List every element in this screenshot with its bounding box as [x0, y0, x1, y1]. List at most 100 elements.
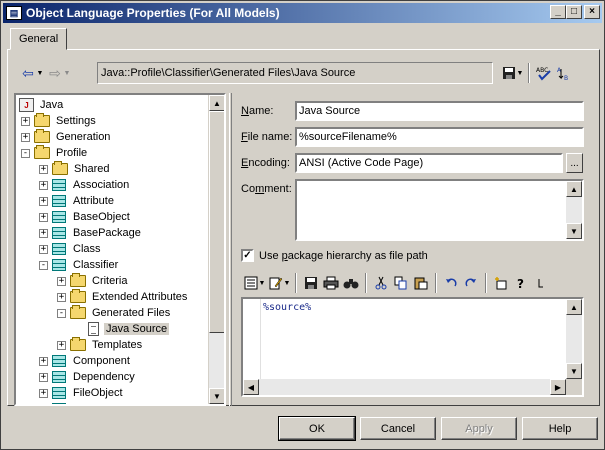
encoding-field[interactable]: ANSI (Active Code Page): [295, 153, 563, 173]
class-icon: [52, 387, 66, 399]
maximize-button[interactable]: □: [566, 5, 582, 19]
tree-item[interactable]: Java Source: [75, 321, 170, 337]
help-question-icon[interactable]: ?: [511, 273, 531, 293]
close-button[interactable]: ×: [584, 5, 600, 19]
tree-item-label: Profile: [56, 147, 88, 159]
expand-icon[interactable]: +: [57, 292, 66, 302]
expand-icon[interactable]: +: [39, 196, 48, 206]
tree-item-label: Classifier: [73, 259, 119, 271]
tree-item[interactable]: - Profile: [21, 145, 89, 161]
tree-item[interactable]: + Criteria: [57, 273, 129, 289]
folder-icon: [70, 273, 86, 287]
tree-item[interactable]: + BasePackage: [39, 225, 143, 241]
tree-item[interactable]: + Generation: [21, 129, 112, 145]
forward-dropdown-icon[interactable]: ▼: [63, 70, 71, 77]
spellcheck-icon[interactable]: ABC: [534, 63, 554, 83]
properties-dropdown-icon[interactable]: ▼: [258, 280, 266, 287]
comment-scrollbar[interactable]: ▲ ▼: [566, 181, 582, 239]
find-binoculars-icon[interactable]: [341, 273, 361, 293]
tree-item[interactable]: + FileObject: [39, 385, 125, 401]
editor-vertical-scrollbar[interactable]: ▲ ▼: [566, 299, 582, 379]
tree-item-label: Attribute: [73, 195, 114, 207]
redo-icon[interactable]: [461, 273, 481, 293]
expand-icon[interactable]: +: [39, 372, 48, 382]
scroll-thumb[interactable]: [209, 111, 224, 333]
editor-toolbar: ▼ ▼ ?: [241, 271, 586, 295]
edit-dropdown-icon[interactable]: ▼: [283, 280, 291, 287]
tree-item[interactable]: + Dependency: [39, 369, 137, 385]
scroll-down-icon[interactable]: ▼: [209, 388, 224, 404]
title-bar[interactable]: ▤ Object Language Properties (For All Mo…: [3, 3, 602, 23]
category-tree[interactable]: J Java + Settings + Generation - Profile + Shared…: [14, 93, 226, 406]
comment-scroll-down-icon[interactable]: ▼: [566, 223, 582, 239]
more-tools-icon[interactable]: [531, 273, 551, 293]
editor-horizontal-scrollbar[interactable]: ◀ ▶: [243, 379, 566, 395]
filename-field[interactable]: %sourceFilename%: [295, 127, 584, 147]
editor-scroll-left-icon[interactable]: ◀: [243, 379, 259, 395]
tree-item[interactable]: + Extended Attributes: [57, 289, 189, 305]
tree-vertical-scrollbar[interactable]: ▲ ▼: [208, 95, 224, 404]
collapse-icon[interactable]: -: [21, 148, 30, 158]
minimize-button[interactable]: _: [550, 5, 566, 19]
tree-item[interactable]: + Attribute: [39, 193, 116, 209]
tree-item[interactable]: + Templates: [57, 337, 144, 353]
tree-item[interactable]: +Generalization: [39, 401, 146, 404]
name-field[interactable]: Java Source: [295, 101, 584, 121]
tab-general[interactable]: General: [10, 28, 68, 50]
expand-icon[interactable]: +: [39, 164, 48, 174]
insert-icon[interactable]: [491, 273, 511, 293]
undo-icon[interactable]: [441, 273, 461, 293]
comment-scroll-up-icon[interactable]: ▲: [566, 181, 582, 197]
tree-item[interactable]: - Generated Files: [57, 305, 172, 321]
tree-item[interactable]: + BaseObject: [39, 209, 132, 225]
cancel-button[interactable]: Cancel: [360, 417, 436, 440]
back-dropdown-icon[interactable]: ▼: [36, 70, 44, 77]
ok-button[interactable]: OK: [278, 416, 356, 441]
tree-item[interactable]: + Shared: [39, 161, 111, 177]
expand-icon[interactable]: +: [39, 388, 48, 398]
expand-icon[interactable]: +: [39, 228, 48, 238]
class-icon: [52, 371, 66, 383]
folder-icon: [70, 337, 86, 351]
scroll-up-icon[interactable]: ▲: [209, 95, 224, 111]
expand-icon[interactable]: +: [57, 276, 66, 286]
editor-scroll-down-icon[interactable]: ▼: [566, 363, 582, 379]
save-dropdown-icon[interactable]: ▼: [516, 70, 524, 77]
tree-item[interactable]: J Java: [19, 97, 65, 113]
expand-icon[interactable]: +: [57, 340, 66, 350]
expand-icon[interactable]: +: [39, 244, 48, 254]
pane-splitter[interactable]: [229, 93, 232, 406]
save-icon[interactable]: [301, 273, 321, 293]
filename-label: File name:: [241, 131, 293, 143]
expand-icon[interactable]: +: [39, 356, 48, 366]
paste-icon[interactable]: [411, 273, 431, 293]
encoding-browse-button[interactable]: ...: [566, 153, 583, 173]
toolbar-separator: [365, 273, 367, 293]
help-button[interactable]: Help: [522, 417, 598, 440]
template-editor[interactable]: %source% ▲ ▼ ◀ ▶: [241, 297, 584, 397]
print-icon[interactable]: [321, 273, 341, 293]
expand-icon[interactable]: +: [39, 212, 48, 222]
file-icon: [88, 322, 99, 336]
editor-scroll-right-icon[interactable]: ▶: [550, 379, 566, 395]
expand-icon[interactable]: +: [21, 132, 30, 142]
tree-item[interactable]: - Classifier: [39, 257, 120, 273]
tree-item[interactable]: + Component: [39, 353, 132, 369]
sort-icon[interactable]: AB: [554, 63, 574, 83]
comment-field[interactable]: ▲ ▼: [295, 179, 584, 241]
apply-button[interactable]: Apply: [441, 417, 517, 440]
toolbar-separator: [485, 273, 487, 293]
expand-icon[interactable]: +: [39, 180, 48, 190]
app-icon: ▤: [6, 6, 22, 20]
tree-item[interactable]: + Association: [39, 177, 131, 193]
editor-scroll-up-icon[interactable]: ▲: [566, 299, 582, 315]
expand-icon[interactable]: +: [21, 116, 30, 126]
collapse-icon[interactable]: -: [39, 260, 48, 270]
window-controls: _ □ ×: [550, 5, 600, 19]
tree-item[interactable]: + Class: [39, 241, 103, 257]
cut-icon[interactable]: [371, 273, 391, 293]
tree-item[interactable]: + Settings: [21, 113, 98, 129]
copy-icon[interactable]: [391, 273, 411, 293]
collapse-icon[interactable]: -: [57, 308, 66, 318]
package-hierarchy-checkbox[interactable]: ✓: [241, 249, 254, 262]
